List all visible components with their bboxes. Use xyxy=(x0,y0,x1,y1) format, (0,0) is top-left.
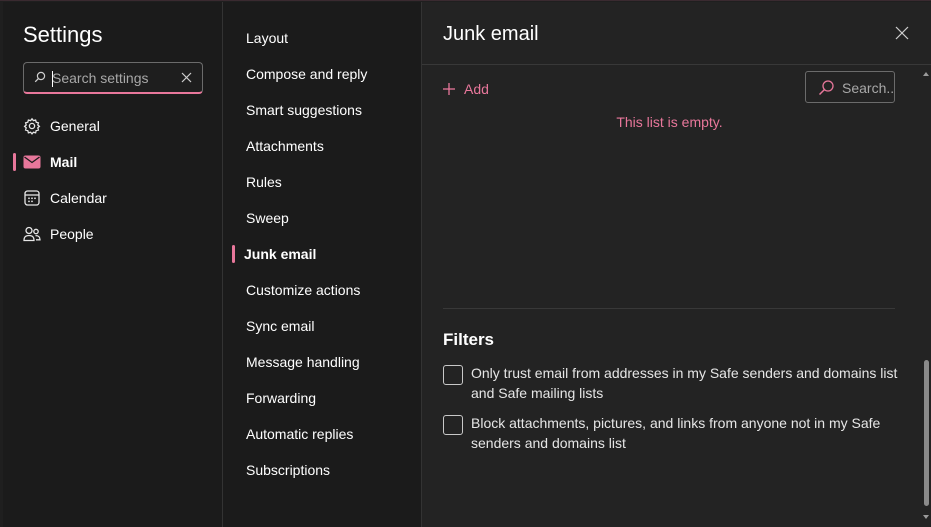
filter-option-trust-safe-senders[interactable]: Only trust email from addresses in my Sa… xyxy=(443,363,901,403)
subnav-item-junk-email[interactable]: Junk email xyxy=(223,236,421,272)
nav-item-label: Calendar xyxy=(50,190,107,206)
scroll-up-arrow[interactable] xyxy=(923,72,929,76)
subnav-item-rules[interactable]: Rules xyxy=(223,164,421,200)
scroll-down-arrow[interactable] xyxy=(923,515,929,519)
subnav-item-message-handling[interactable]: Message handling xyxy=(223,344,421,380)
subnav-item-smart-suggestions[interactable]: Smart suggestions xyxy=(223,92,421,128)
subnav-item-sync-email[interactable]: Sync email xyxy=(223,308,421,344)
subnav-item-automatic-replies[interactable]: Automatic replies xyxy=(223,416,421,452)
section-divider xyxy=(443,308,895,309)
header-divider xyxy=(422,64,931,65)
filter-option-block-attachments[interactable]: Block attachments, pictures, and links f… xyxy=(443,413,901,453)
calendar-icon xyxy=(23,189,41,207)
nav-item-people[interactable]: People xyxy=(3,216,222,252)
settings-sidebar: Settings Search settings General Mail Ca… xyxy=(3,2,222,527)
nav-item-mail[interactable]: Mail xyxy=(3,144,222,180)
subnav-item-attachments[interactable]: Attachments xyxy=(223,128,421,164)
gear-icon xyxy=(23,117,41,135)
search-settings-input[interactable] xyxy=(52,68,176,88)
checkbox-label: Only trust email from addresses in my Sa… xyxy=(471,365,898,401)
checkbox[interactable] xyxy=(443,415,463,435)
search-icon xyxy=(818,80,834,96)
nav-item-calendar[interactable]: Calendar xyxy=(3,180,222,216)
settings-categories: General Mail Calendar People xyxy=(3,108,222,252)
nav-item-general[interactable]: General xyxy=(3,108,222,144)
subnav-item-layout[interactable]: Layout xyxy=(223,20,421,56)
nav-item-label: General xyxy=(50,118,100,134)
checkbox[interactable] xyxy=(443,365,463,385)
subnav-item-subscriptions[interactable]: Subscriptions xyxy=(223,452,421,488)
subnav-item-compose-and-reply[interactable]: Compose and reply xyxy=(223,56,421,92)
text-caret xyxy=(52,71,53,87)
search-icon xyxy=(34,71,46,83)
checkbox-label: Block attachments, pictures, and links f… xyxy=(471,415,881,451)
plus-icon xyxy=(443,83,455,95)
subnav-item-forwarding[interactable]: Forwarding xyxy=(223,380,421,416)
junk-email-panel: Junk email Add This list is empty. Filte… xyxy=(422,2,931,527)
add-label: Add xyxy=(464,81,489,97)
close-icon[interactable] xyxy=(895,26,909,40)
scrollbar-thumb[interactable] xyxy=(924,360,929,506)
clear-search-icon[interactable] xyxy=(181,72,192,83)
page-title: Junk email xyxy=(443,23,539,45)
list-search-input[interactable] xyxy=(842,78,894,98)
add-sender-button[interactable]: Add xyxy=(443,79,489,99)
search-settings-box[interactable] xyxy=(23,62,203,94)
settings-window: Settings Search settings General Mail Ca… xyxy=(0,0,931,527)
mail-settings-list: Layout Compose and reply Smart suggestio… xyxy=(223,20,421,488)
nav-item-label: Mail xyxy=(50,154,78,170)
empty-list-message: This list is empty. xyxy=(616,114,723,130)
list-search-box[interactable] xyxy=(805,71,895,103)
mail-icon xyxy=(23,153,41,171)
mail-subnav: Layout Compose and reply Smart suggestio… xyxy=(223,2,421,527)
filters-heading: Filters xyxy=(443,330,495,349)
people-icon xyxy=(23,225,41,243)
nav-item-label: People xyxy=(50,226,94,242)
subnav-item-customize-actions[interactable]: Customize actions xyxy=(223,272,421,308)
settings-title: Settings xyxy=(23,22,103,47)
subnav-item-sweep[interactable]: Sweep xyxy=(223,200,421,236)
